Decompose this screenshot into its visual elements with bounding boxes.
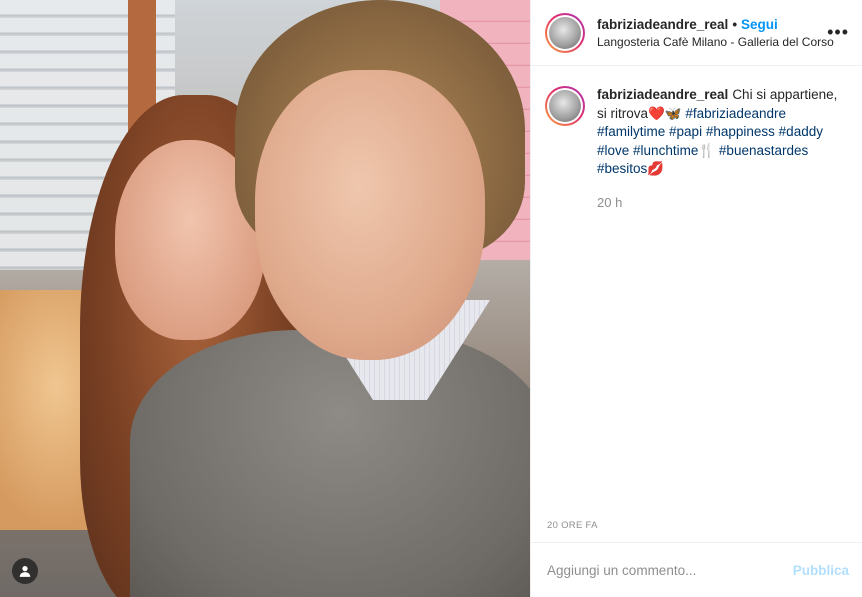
follow-button[interactable]: Segui [741,17,778,32]
hashtag[interactable]: #familytime [597,124,665,139]
lips-emoji: 💋 [647,161,665,176]
hashtag[interactable]: #besitos [597,161,647,176]
caption-username[interactable]: fabriziadeandre_real [597,87,728,102]
hashtag[interactable]: #daddy [779,124,823,139]
publish-button[interactable]: Pubblica [793,563,849,578]
hashtag[interactable]: #happiness [706,124,775,139]
heart-emoji: ❤️ [648,105,665,121]
man-sweater [130,330,530,597]
hashtag[interactable]: #love [597,143,629,158]
comment-input[interactable] [547,562,793,578]
user-tag-icon [19,566,31,577]
hashtag[interactable]: #papi [669,124,702,139]
man-face [255,70,485,360]
comment-bar: Pubblica [531,542,862,597]
butterfly-emoji: 🦋 [664,105,682,121]
post-location[interactable]: Langosteria Cafè Milano - Galleria del C… [597,35,834,49]
cutlery-emoji: 🍴 [698,142,716,158]
post-panel: fabriziadeandre_real • Segui Langosteria C… [530,0,862,597]
posted-ago[interactable]: 20 ORE FA [547,520,598,531]
hashtag[interactable]: #fabriziadeandre [685,106,786,121]
hashtag[interactable]: #buenastardes [719,143,808,158]
user-tag-button[interactable] [12,558,38,584]
author-avatar[interactable] [545,12,585,53]
more-options-icon[interactable]: ••• [827,23,849,41]
hashtag[interactable]: #lunchtime [633,143,698,158]
caption-time[interactable]: 20 h [597,194,847,213]
author-username[interactable]: fabriziadeandre_real [597,17,728,32]
post-header: fabriziadeandre_real • Segui Langosteria C… [531,0,862,66]
separator-dot: • [732,16,738,32]
post-photo[interactable] [0,0,530,597]
caption-author-avatar[interactable] [545,86,585,126]
caption: fabriziadeandre_real Chi si appartiene, s… [531,86,862,212]
